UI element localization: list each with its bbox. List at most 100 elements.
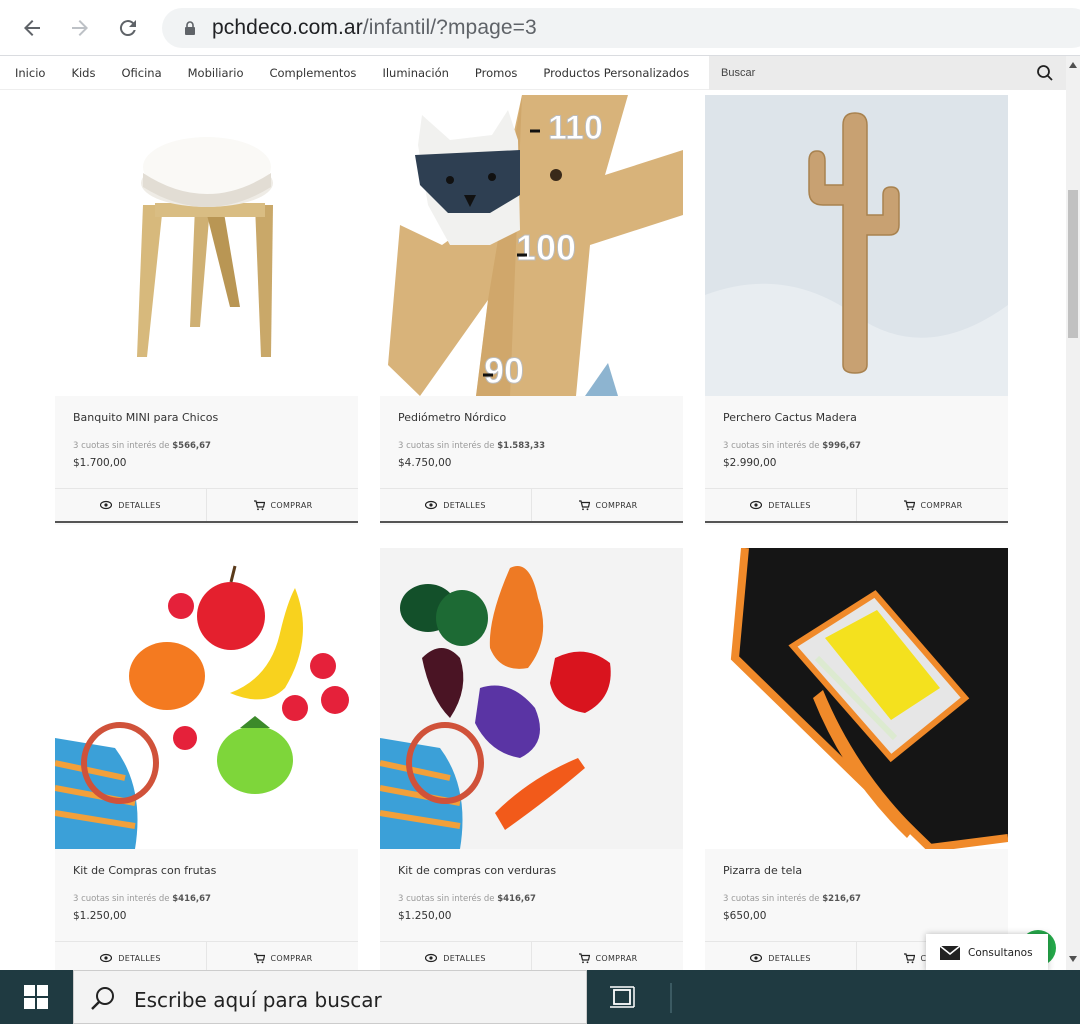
product-image[interactable]: [55, 95, 358, 396]
menu-item-oficina[interactable]: Oficina: [110, 66, 172, 80]
product-title[interactable]: Kit de Compras con frutas: [73, 864, 216, 877]
menu-item-inicio[interactable]: Inicio: [4, 66, 56, 80]
details-button[interactable]: DETALLES: [380, 942, 531, 970]
search-icon[interactable]: [1036, 64, 1054, 82]
product-actions: DETALLES COMPRAR: [380, 941, 683, 970]
buy-label: COMPRAR: [270, 953, 313, 963]
site-search: [709, 56, 1066, 90]
product-title[interactable]: Kit de compras con verduras: [398, 864, 556, 877]
cart-icon: [903, 500, 915, 511]
forward-button[interactable]: [64, 12, 96, 44]
start-button[interactable]: [0, 970, 72, 1024]
eye-icon: [425, 500, 438, 510]
details-button[interactable]: DETALLES: [55, 489, 206, 521]
installments-label: 3 cuotas sin interés de: [398, 894, 495, 904]
product-price: $1.700,00: [73, 457, 127, 469]
product-installments: 3 cuotas sin interés de $216,67: [723, 894, 861, 904]
address-bar[interactable]: pchdeco.com.ar/infantil/?mpage=3: [162, 8, 1080, 48]
buy-button[interactable]: COMPRAR: [531, 942, 683, 970]
menu-item-kids[interactable]: Kids: [60, 66, 106, 80]
scroll-thumb[interactable]: [1068, 190, 1078, 338]
product-actions: DETALLES COMPRAR: [380, 488, 683, 523]
back-button[interactable]: [16, 12, 48, 44]
installment-amount: $996,67: [822, 441, 861, 451]
page-scrollbar[interactable]: [1066, 56, 1080, 970]
chalkboard-image: [705, 548, 1008, 849]
scroll-up-arrow-icon[interactable]: [1069, 62, 1077, 68]
installments-label: 3 cuotas sin interés de: [723, 441, 820, 451]
cactus-image: [705, 95, 1008, 396]
product-image[interactable]: 110 100 90: [380, 95, 683, 396]
svg-text:100: 100: [516, 227, 576, 268]
reload-button[interactable]: [112, 12, 144, 44]
cart-icon: [253, 500, 265, 511]
back-arrow-icon: [24, 20, 40, 36]
product-card: 110 100 90 Pediómetro Nórdico 3 cuotas s…: [380, 95, 683, 525]
installments-label: 3 cuotas sin interés de: [398, 441, 495, 451]
taskbar-search-text: Escribe aquí para buscar: [134, 988, 382, 1012]
details-label: DETALLES: [118, 953, 161, 963]
buy-label: COMPRAR: [595, 953, 638, 963]
eye-icon: [100, 953, 113, 963]
scroll-down-arrow-icon[interactable]: [1069, 956, 1077, 962]
svg-text:90: 90: [484, 350, 524, 391]
product-price: $2.990,00: [723, 457, 777, 469]
product-actions: DETALLES COMPRAR: [705, 488, 1008, 523]
search-input[interactable]: [709, 56, 1029, 90]
stool-image: [55, 95, 358, 396]
height-chart-image: 110 100 90: [380, 95, 683, 396]
browser-toolbar: pchdeco.com.ar/infantil/?mpage=3: [0, 0, 1080, 56]
product-image[interactable]: [705, 95, 1008, 396]
details-button[interactable]: DETALLES: [55, 942, 206, 970]
chat-button[interactable]: Consultanos: [926, 934, 1048, 972]
product-image[interactable]: [380, 548, 683, 849]
product-installments: 3 cuotas sin interés de $566,67: [73, 441, 211, 451]
menu-item-iluminacion[interactable]: Iluminación: [371, 66, 459, 80]
product-price: $1.250,00: [73, 910, 127, 922]
menu-item-mobiliario[interactable]: Mobiliario: [177, 66, 255, 80]
svg-text:110: 110: [548, 109, 603, 147]
fruits-image: [55, 548, 358, 849]
product-price: $650,00: [723, 910, 767, 922]
installments-label: 3 cuotas sin interés de: [73, 441, 170, 451]
details-button[interactable]: DETALLES: [380, 489, 531, 521]
details-button[interactable]: DETALLES: [705, 942, 856, 970]
reload-icon: [119, 20, 136, 37]
details-label: DETALLES: [768, 953, 811, 963]
product-title[interactable]: Perchero Cactus Madera: [723, 411, 857, 424]
cart-icon: [578, 953, 590, 964]
taskbar-search[interactable]: Escribe aquí para buscar: [73, 970, 587, 1024]
menu-item-complementos[interactable]: Complementos: [258, 66, 367, 80]
eye-icon: [100, 500, 113, 510]
task-view-icon[interactable]: [610, 985, 638, 1009]
product-image[interactable]: [705, 548, 1008, 849]
buy-button[interactable]: COMPRAR: [531, 489, 683, 521]
url-host: pchdeco.com.ar: [212, 16, 363, 39]
product-title[interactable]: Pediómetro Nórdico: [398, 411, 506, 424]
buy-button[interactable]: COMPRAR: [856, 489, 1008, 521]
installments-label: 3 cuotas sin interés de: [73, 894, 170, 904]
product-installments: 3 cuotas sin interés de $1.583,33: [398, 441, 545, 451]
buy-button[interactable]: COMPRAR: [206, 489, 358, 521]
product-title[interactable]: Pizarra de tela: [723, 864, 802, 877]
details-label: DETALLES: [443, 953, 486, 963]
product-card: Kit de compras con verduras 3 cuotas sin…: [380, 548, 683, 970]
product-installments: 3 cuotas sin interés de $996,67: [723, 441, 861, 451]
details-button[interactable]: DETALLES: [705, 489, 856, 521]
installment-amount: $1.583,33: [497, 441, 546, 451]
eye-icon: [750, 953, 763, 963]
eye-icon: [750, 500, 763, 510]
product-price: $1.250,00: [398, 910, 452, 922]
product-price: $4.750,00: [398, 457, 452, 469]
menu-item-productos-personalizados[interactable]: Productos Personalizados: [532, 66, 700, 80]
buy-label: COMPRAR: [270, 500, 313, 510]
product-actions: DETALLES COMPRAR: [55, 941, 358, 970]
product-image[interactable]: [55, 548, 358, 849]
installment-amount: $416,67: [497, 894, 536, 904]
windows-taskbar: Escribe aquí para buscar: [0, 970, 1080, 1024]
buy-button[interactable]: COMPRAR: [206, 942, 358, 970]
product-title[interactable]: Banquito MINI para Chicos: [73, 411, 218, 424]
product-card: Kit de Compras con frutas 3 cuotas sin i…: [55, 548, 358, 970]
installment-amount: $216,67: [822, 894, 861, 904]
menu-item-promos[interactable]: Promos: [464, 66, 528, 80]
